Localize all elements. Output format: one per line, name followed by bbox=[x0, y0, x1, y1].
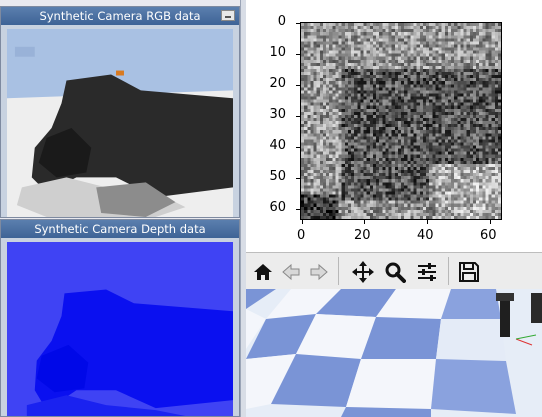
noise-image bbox=[301, 23, 501, 219]
ytick-mark bbox=[296, 209, 300, 210]
rgb-window-title: Synthetic Camera RGB data bbox=[39, 9, 201, 23]
xtick-mark bbox=[427, 220, 428, 224]
pan-move-icon[interactable] bbox=[350, 259, 376, 285]
3d-simulation-view[interactable] bbox=[246, 289, 542, 417]
ytick-label: 10 bbox=[269, 45, 286, 60]
forward-arrow-icon[interactable] bbox=[306, 259, 332, 285]
ytick-mark bbox=[296, 178, 300, 179]
ytick-mark bbox=[296, 54, 300, 55]
back-arrow-icon[interactable] bbox=[278, 259, 304, 285]
depth-camera-view bbox=[7, 242, 233, 416]
ytick-label: 20 bbox=[269, 76, 286, 91]
xtick-label: 20 bbox=[354, 228, 371, 243]
subplots-configure-icon[interactable] bbox=[414, 259, 440, 285]
matplotlib-toolbar bbox=[246, 252, 542, 289]
save-floppy-icon[interactable] bbox=[456, 259, 482, 285]
xtick-mark bbox=[490, 220, 491, 224]
ytick-mark bbox=[296, 85, 300, 86]
ytick-label: 50 bbox=[269, 169, 286, 184]
depth-camera-window[interactable]: Synthetic Camera Depth data bbox=[0, 219, 240, 417]
xtick-label: 60 bbox=[480, 228, 497, 243]
toolbar-separator bbox=[448, 257, 449, 285]
ytick-label: 40 bbox=[269, 138, 286, 153]
rgb-camera-window[interactable]: Synthetic Camera RGB data bbox=[0, 6, 240, 218]
minimize-button[interactable] bbox=[221, 10, 235, 21]
ytick-label: 0 bbox=[277, 14, 286, 29]
rgb-scene-image bbox=[7, 29, 233, 217]
xtick-mark bbox=[364, 220, 365, 224]
checkerboard-floor bbox=[246, 289, 542, 417]
ytick-mark bbox=[296, 116, 300, 117]
xtick-mark bbox=[302, 220, 303, 224]
home-icon[interactable] bbox=[250, 259, 276, 285]
xtick-label: 40 bbox=[417, 228, 434, 243]
zoom-magnifier-icon[interactable] bbox=[382, 259, 408, 285]
depth-scene-image bbox=[7, 242, 233, 416]
xtick-label: 0 bbox=[297, 228, 306, 243]
ytick-mark bbox=[296, 147, 300, 148]
ytick-mark bbox=[296, 23, 300, 24]
ytick-label: 30 bbox=[269, 107, 286, 122]
depth-window-title: Synthetic Camera Depth data bbox=[34, 222, 206, 236]
plot-axes[interactable] bbox=[300, 22, 502, 220]
toolbar-separator bbox=[338, 257, 339, 285]
rgb-window-titlebar[interactable]: Synthetic Camera RGB data bbox=[1, 7, 239, 25]
ytick-label: 60 bbox=[269, 200, 286, 215]
depth-window-titlebar[interactable]: Synthetic Camera Depth data bbox=[1, 220, 239, 238]
rgb-camera-view bbox=[7, 29, 233, 217]
